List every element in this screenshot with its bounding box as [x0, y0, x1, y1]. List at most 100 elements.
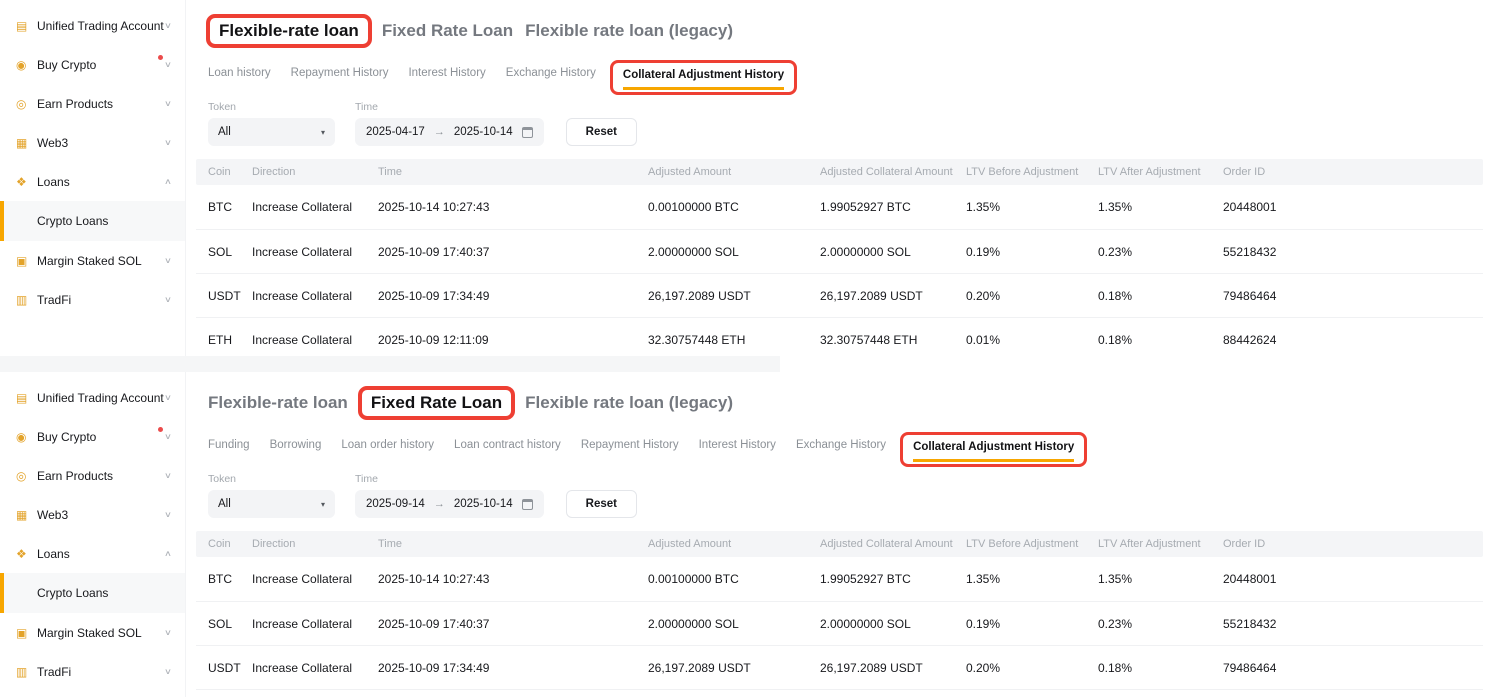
token-filter-label: Token [208, 473, 335, 485]
sidebar-item[interactable]: ▥ TradFi ∨ [0, 280, 185, 319]
date-from: 2025-09-14 [366, 498, 425, 510]
time-filter-label: Time [355, 101, 544, 113]
sidebar-item-label: Buy Crypto [37, 58, 160, 72]
date-to: 2025-10-14 [454, 126, 513, 138]
column-header: Time [378, 538, 648, 550]
main-tab[interactable]: Flexible-rate loan [208, 393, 348, 413]
main-tab[interactable]: Flexible-rate loan [206, 14, 372, 48]
table-header-row: CoinDirectionTimeAdjusted AmountAdjusted… [196, 531, 1483, 557]
table-body: BTC Increase Collateral 2025-10-14 10:27… [196, 557, 1483, 697]
sidebar-item-label: Crypto Loans [37, 214, 171, 228]
table-row: BTC Increase Collateral 2025-10-14 10:27… [196, 185, 1483, 229]
sidebar-item[interactable]: ▣ Margin Staked SOL ∨ [0, 241, 185, 280]
cell-adjusted-amount: 0.00100000 BTC [648, 200, 820, 214]
sub-tab-label: Loan history [208, 67, 271, 88]
main-tab[interactable]: Fixed Rate Loan [382, 21, 513, 41]
sidebar-item-icon: ◉ [16, 58, 37, 72]
sidebar-item[interactable]: ▥ TradFi ∨ [0, 652, 185, 691]
column-header: Time [378, 166, 648, 178]
cell-ltv-before: 0.19% [966, 245, 1098, 259]
cell-time: 2025-10-09 17:34:49 [378, 289, 648, 303]
sidebar-item[interactable]: ◎ Earn Products ∨ [0, 456, 185, 495]
column-header: LTV Before Adjustment [966, 166, 1098, 178]
date-range-picker[interactable]: 2025-04-17 → 2025-10-14 [355, 118, 544, 146]
sub-tab-label: Loan contract history [454, 439, 561, 460]
sidebar-item[interactable]: Crypto Loans [0, 201, 185, 241]
range-arrow-icon: → [434, 126, 445, 138]
cell-adjusted-amount: 32.30757448 ETH [648, 333, 820, 347]
sub-tab[interactable]: Borrowing [270, 439, 322, 460]
sidebar-item[interactable]: ◉ Buy Crypto ∨ [0, 45, 185, 84]
cell-coin: USDT [208, 661, 252, 675]
cell-order-id: 79486464 [1223, 661, 1471, 675]
sub-tab[interactable]: Loan contract history [454, 439, 561, 460]
column-header: LTV Before Adjustment [966, 538, 1098, 550]
chevron-icon: ∨ [164, 628, 172, 637]
sub-tab[interactable]: Exchange History [506, 67, 596, 88]
chevron-icon: ∨ [164, 393, 172, 402]
sidebar-item-label: Margin Staked SOL [37, 626, 165, 640]
cell-adjusted-amount: 26,197.2089 USDT [648, 289, 820, 303]
panel-flexible-rate-loan: ▤ Unified Trading Account ∨ ◉ Buy Crypto… [0, 0, 1493, 356]
table-header-row: CoinDirectionTimeAdjusted AmountAdjusted… [196, 159, 1483, 185]
sidebar-item[interactable]: ❖ Loans ∧ [0, 162, 185, 201]
table-row: USDT Increase Collateral 2025-10-09 17:3… [196, 645, 1483, 689]
sub-tab[interactable]: Interest History [408, 67, 485, 88]
cell-direction: Increase Collateral [252, 572, 378, 586]
sidebar-item[interactable]: ▤ Unified Trading Account ∨ [0, 6, 185, 45]
sub-tab-label: Exchange History [796, 439, 886, 460]
chevron-icon: ∨ [164, 60, 172, 69]
sidebar-item-label: Loans [37, 175, 165, 189]
sidebar: ▤ Unified Trading Account ∨ ◉ Buy Crypto… [0, 0, 186, 356]
sub-tab[interactable]: Collateral Adjustment History [900, 432, 1087, 467]
main-tab[interactable]: Flexible rate loan (legacy) [525, 21, 733, 41]
sub-tab[interactable]: Loan order history [341, 439, 434, 460]
chevron-icon: ∨ [164, 295, 172, 304]
notification-dot-icon [158, 427, 163, 432]
cell-adjusted-collateral-amount: 2.00000000 SOL [820, 617, 966, 631]
token-select[interactable]: All ▾ [208, 118, 335, 146]
sub-tab[interactable]: Funding [208, 439, 250, 460]
cell-ltv-before: 0.20% [966, 289, 1098, 303]
calendar-icon [522, 499, 533, 510]
filter-bar: Token All ▾ Time 2025-04-17 → 2025-10-14… [208, 101, 1471, 146]
sub-tab[interactable]: Exchange History [796, 439, 886, 460]
main-tab[interactable]: Fixed Rate Loan [358, 386, 515, 420]
sidebar-item[interactable]: ▤ Unified Trading Account ∨ [0, 378, 185, 417]
column-header: Adjusted Collateral Amount [820, 538, 966, 550]
main-tab[interactable]: Flexible rate loan (legacy) [525, 393, 733, 413]
cell-direction: Increase Collateral [252, 245, 378, 259]
sub-tab[interactable]: Interest History [699, 439, 776, 460]
cell-direction: Increase Collateral [252, 333, 378, 347]
sidebar-item[interactable]: ❖ Loans ∧ [0, 534, 185, 573]
sidebar-item[interactable]: ▦ Web3 ∨ [0, 123, 185, 162]
sub-tab-label: Collateral Adjustment History [623, 69, 784, 90]
sidebar-item-icon: ▦ [16, 136, 37, 150]
token-select-value: All [218, 498, 231, 510]
sidebar-item[interactable]: ▣ Margin Staked SOL ∨ [0, 613, 185, 652]
sidebar-item-icon: ▣ [16, 254, 37, 268]
sub-tab[interactable]: Repayment History [291, 67, 389, 88]
cell-ltv-after: 0.23% [1098, 245, 1223, 259]
sub-tab[interactable]: Collateral Adjustment History [610, 60, 797, 95]
reset-button[interactable]: Reset [566, 490, 637, 518]
reset-button[interactable]: Reset [566, 118, 637, 146]
column-header: Order ID [1223, 538, 1471, 550]
sub-tab[interactable]: Repayment History [581, 439, 679, 460]
date-range-picker[interactable]: 2025-09-14 → 2025-10-14 [355, 490, 544, 518]
token-select-value: All [218, 126, 231, 138]
sub-tab-label: Funding [208, 439, 250, 460]
sub-tab-label: Loan order history [341, 439, 434, 460]
token-select[interactable]: All ▾ [208, 490, 335, 518]
cell-order-id: 20448001 [1223, 572, 1471, 586]
sub-tab[interactable]: Loan history [208, 67, 271, 88]
sidebar-item[interactable]: ▦ Web3 ∨ [0, 495, 185, 534]
sidebar-item[interactable]: ◎ Earn Products ∨ [0, 84, 185, 123]
sidebar-item-icon: ▤ [16, 19, 37, 33]
token-filter-label: Token [208, 101, 335, 113]
cell-coin: SOL [208, 245, 252, 259]
sub-tab-label: Interest History [408, 67, 485, 88]
sidebar-item[interactable]: Crypto Loans [0, 573, 185, 613]
sidebar-item[interactable]: ◉ Buy Crypto ∨ [0, 417, 185, 456]
cell-adjusted-collateral-amount: 32.30757448 ETH [820, 333, 966, 347]
